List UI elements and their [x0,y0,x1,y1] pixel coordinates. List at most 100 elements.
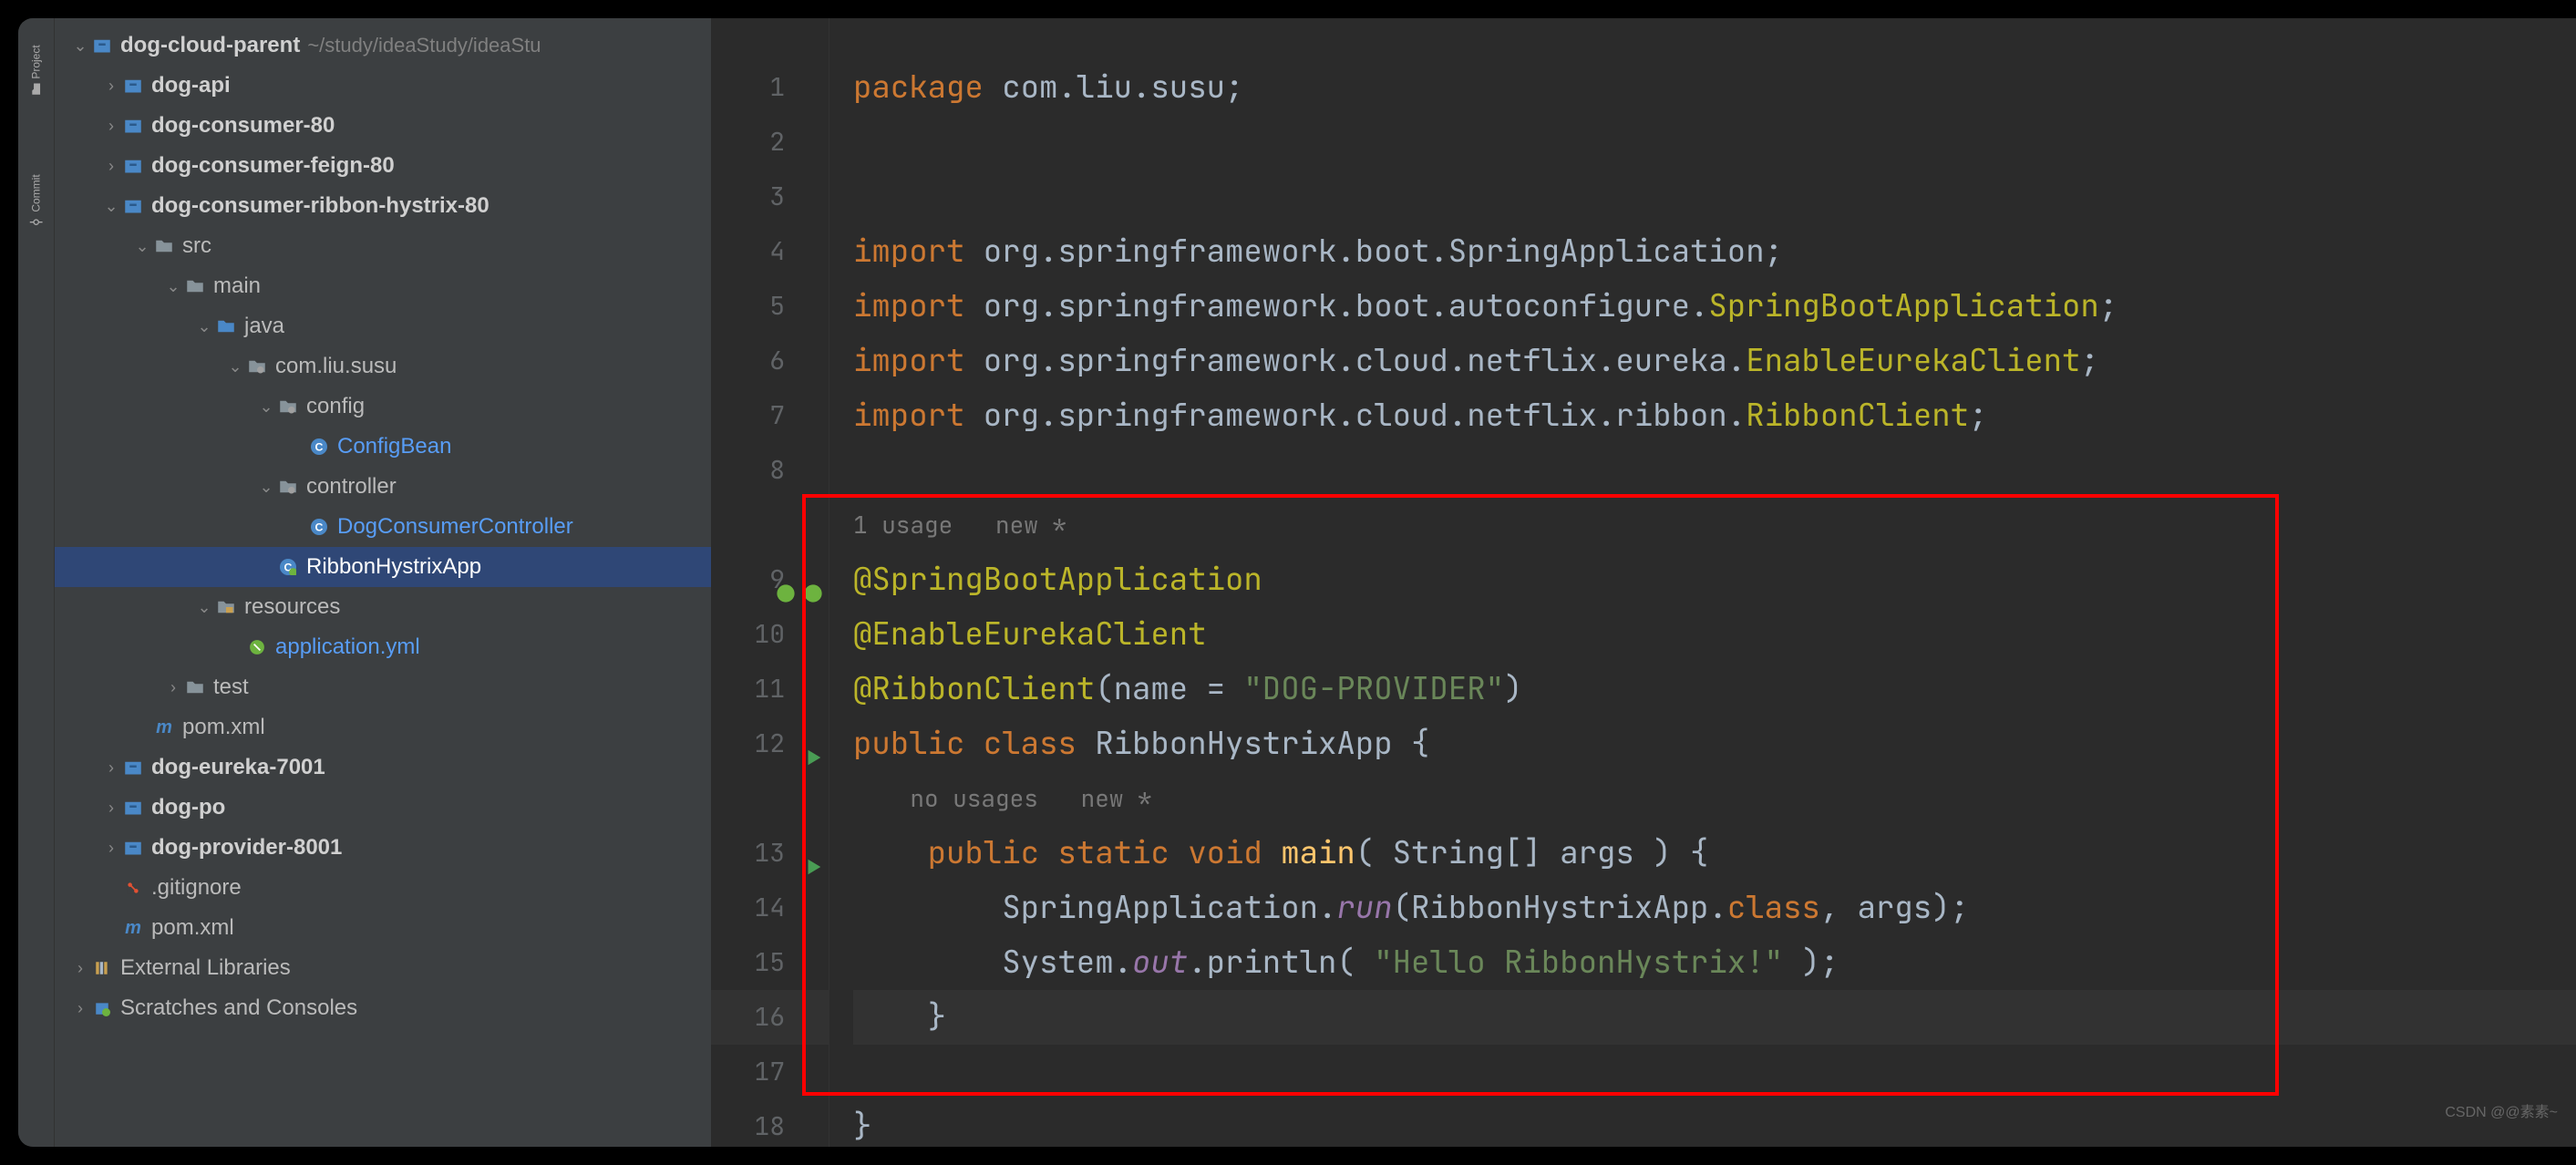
line-number[interactable]: 5 [711,279,829,334]
tree-row[interactable]: ›dog-api [55,66,711,106]
tree-row[interactable]: CConfigBean [55,427,711,467]
tree-row[interactable]: ⌄ main [55,266,711,306]
line-number[interactable]: 18 [711,1099,829,1147]
chevron-right-icon[interactable]: › [166,678,180,697]
tree-row[interactable]: ⌄src [55,226,711,266]
gutter: 1 2 3 4 5 6 7 8 9 10 11 12 [711,18,829,1147]
project-tree[interactable]: ⌄ dog-cloud-parent ~/study/ideaStudy/ide… [55,18,711,1147]
run-icon[interactable] [799,841,823,865]
tree-row[interactable]: mpom.xml [55,908,711,948]
tree-root[interactable]: ⌄ dog-cloud-parent ~/study/ideaStudy/ide… [55,26,711,66]
project-tool-button[interactable]: Project [30,45,43,95]
external-libraries[interactable]: › External Libraries [55,948,711,988]
class-icon: C [310,518,328,536]
line-number[interactable]: 17 [711,1045,829,1099]
folder-icon [155,237,173,255]
run-icon[interactable] [799,732,823,756]
code-editor[interactable]: 1 2 3 4 5 6 7 8 9 10 11 12 [711,18,2576,1147]
code-text: ) [1504,668,1522,709]
chevron-right-icon[interactable]: › [104,157,118,176]
tree-row[interactable]: ⌄ controller [55,467,711,507]
chevron-right-icon[interactable]: › [104,117,118,136]
line-number[interactable]: 8 [711,443,829,498]
annotation: @RibbonClient [853,668,1095,709]
line-number[interactable]: 16 [711,990,829,1045]
line-number[interactable]: 10 [711,607,829,662]
chevron-right-icon[interactable]: › [104,799,118,818]
tree-row[interactable]: ›test [55,667,711,707]
tree-row[interactable]: mpom.xml [55,707,711,747]
chevron-right-icon[interactable]: › [104,839,118,858]
code-text: , args); [1820,887,1969,928]
module-icon [124,77,142,95]
maven-icon: m [155,718,173,737]
chevron-down-icon[interactable]: ⌄ [73,36,88,56]
tree-item-label: com.liu.susu [275,354,397,379]
chevron-right-icon[interactable]: › [73,999,88,1018]
tree-row[interactable]: ⌄dog-consumer-ribbon-hystrix-80 [55,186,711,226]
line-number[interactable]: 15 [711,935,829,990]
tree-row[interactable]: ⌄ com.liu.susu [55,346,711,387]
chevron-down-icon[interactable]: ⌄ [228,357,242,376]
line-number[interactable]: 3 [711,170,829,224]
line-number[interactable]: 11 [711,662,829,717]
code-text: .println( [1188,942,1374,983]
chevron-down-icon[interactable]: ⌄ [259,397,273,417]
spring-gutter-icon[interactable] [799,568,823,592]
tree-row[interactable]: application.yml [55,627,711,667]
chevron-down-icon[interactable]: ⌄ [135,237,149,256]
inlay-hint[interactable]: 1 usage new * [853,498,2576,552]
tree-item-label: controller [306,474,397,500]
tree-row[interactable]: CRibbonHystrixApp [55,547,711,587]
tree-item-label: ConfigBean [337,434,451,459]
spring-gutter-icon[interactable] [772,568,796,592]
line-number[interactable]: 6 [711,334,829,388]
chevron-right-icon[interactable]: › [104,758,118,778]
scratches[interactable]: › Scratches and Consoles [55,988,711,1028]
commit-tool-button[interactable]: Commit [30,174,43,228]
tree-row[interactable]: .gitignore [55,868,711,908]
code-text: org.springframework.boot.SpringApplicati… [964,231,1783,272]
tree-row[interactable]: ›dog-eureka-7001 [55,747,711,788]
tree-row[interactable]: ⌄config [55,387,711,427]
svg-text:C: C [315,521,324,534]
code-text: SpringApplication. [853,887,1336,928]
module-icon [124,799,142,817]
class-ref: RibbonClient [1746,395,1969,436]
class-ref: EnableEurekaClient [1746,340,2080,381]
chevron-right-icon[interactable]: › [73,959,88,978]
line-number[interactable]: 12 [711,717,829,771]
tree-row[interactable]: ⌄java [55,306,711,346]
inlay-hint[interactable]: no usages new * [853,771,2576,826]
method-name: main [1262,832,1355,873]
tree-row[interactable]: ›dog-provider-8001 [55,828,711,868]
tree-item-label: main [213,273,261,299]
line-number[interactable]: 14 [711,881,829,935]
line-number[interactable]: 4 [711,224,829,279]
code-content[interactable]: package com.liu.susu; import org.springf… [829,18,2576,1147]
tree-row[interactable]: ›dog-po [55,788,711,828]
tree-row[interactable]: ⌄resources [55,587,711,627]
chevron-right-icon[interactable]: › [104,77,118,96]
maven-icon: m [124,919,142,937]
tree-row[interactable]: CDogConsumerController [55,507,711,547]
package-icon [279,397,297,416]
line-number[interactable]: 2 [711,115,829,170]
line-number[interactable]: 13 [711,826,829,881]
chevron-down-icon[interactable]: ⌄ [166,277,180,296]
tree-row[interactable]: ›dog-consumer-feign-80 [55,146,711,186]
chevron-down-icon[interactable]: ⌄ [197,317,211,336]
line-number[interactable]: 1 [711,60,829,115]
root-name: dog-cloud-parent [120,33,300,58]
line-number[interactable]: 7 [711,388,829,443]
chevron-down-icon[interactable]: ⌄ [197,598,211,617]
code-text: ; [2099,285,2117,326]
package-icon [248,357,266,376]
tool-rail: Project Commit [18,18,55,1147]
line-number[interactable]: 9 [711,552,829,607]
chevron-down-icon[interactable]: ⌄ [259,478,273,497]
tree-row[interactable]: ›dog-consumer-80 [55,106,711,146]
chevron-down-icon[interactable]: ⌄ [104,197,118,216]
keyword: import [853,285,964,326]
code-text: org.springframework.cloud.netflix.eureka… [964,340,1746,381]
